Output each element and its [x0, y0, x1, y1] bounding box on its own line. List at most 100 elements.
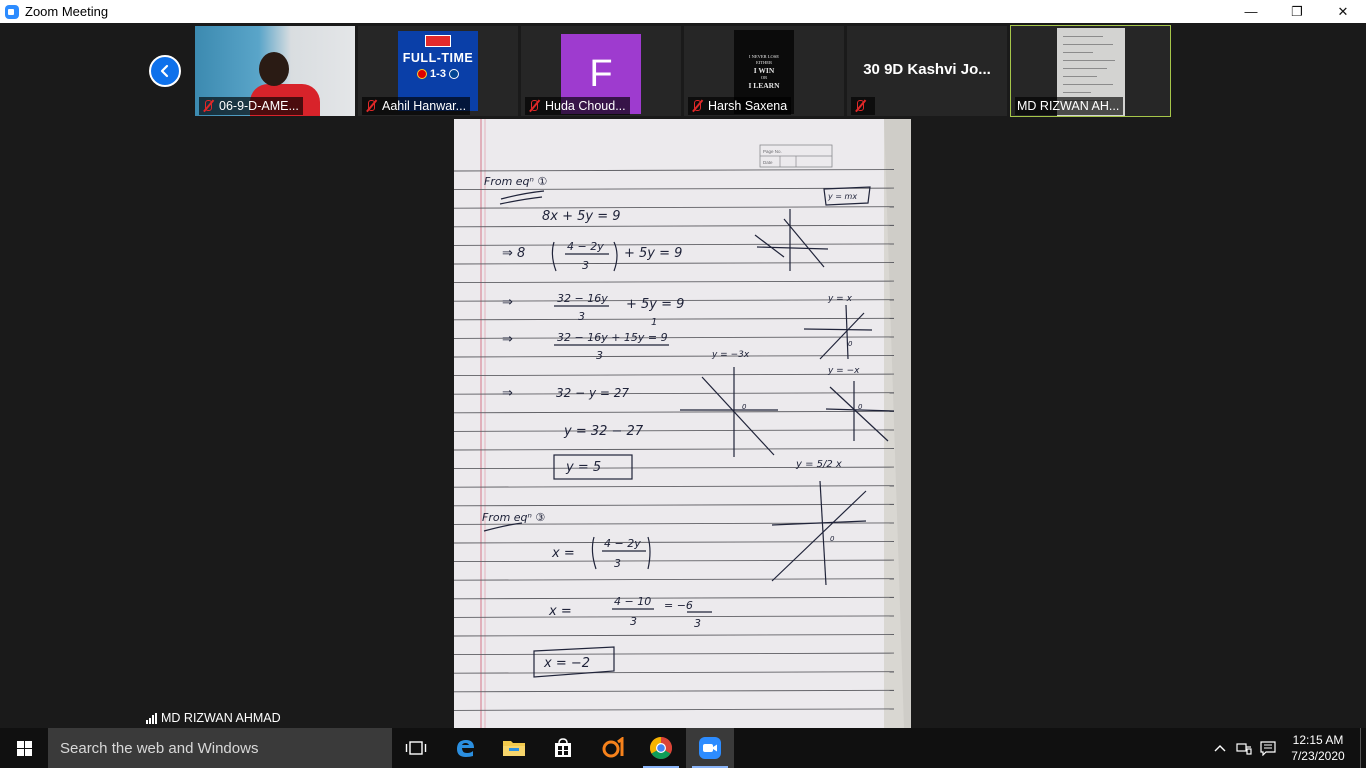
- shared-screen: Page No. Date From eqⁿ ① 8x + 5y = 9 ⇒ 8…: [454, 119, 911, 728]
- graph-label: y = x: [827, 294, 853, 304]
- show-desktop-button[interactable]: [1360, 728, 1366, 768]
- app-icon: [602, 737, 624, 758]
- mic-muted-icon: [201, 99, 215, 113]
- step-line: 3: [694, 617, 701, 630]
- signal-strength-icon: [146, 712, 157, 724]
- step-line: x =: [551, 546, 575, 561]
- score-text: 1-3: [430, 68, 446, 80]
- step-line: 4 − 2y: [604, 537, 641, 550]
- step-line: = −6: [664, 599, 693, 612]
- meeting-area: 06-9-D-AME... FULL-TIME 1-3 Aahil Hanwar…: [0, 23, 1366, 728]
- maximize-button[interactable]: ❐: [1274, 0, 1320, 23]
- participant-tile[interactable]: I NEVER LOSE EITHER I WIN OR I LEARN Har…: [684, 26, 844, 116]
- zoom-button[interactable]: [686, 728, 734, 768]
- notebook-page: Page No. Date From eqⁿ ① 8x + 5y = 9 ⇒ 8…: [454, 119, 911, 728]
- window-controls: — ❐ ✕: [1228, 0, 1366, 23]
- clock-time: 12:15 AM: [1292, 733, 1344, 747]
- chevron-left-icon: [160, 64, 169, 78]
- system-clock[interactable]: 12:15 AM 7/23/2020: [1280, 732, 1356, 764]
- system-tray: 12:15 AM 7/23/2020: [1208, 728, 1366, 768]
- step-line: 3: [614, 557, 621, 570]
- participant-caption: Harsh Saxena: [688, 97, 792, 115]
- participant-tile[interactable]: FULL-TIME 1-3 Aahil Hanwar...: [358, 26, 518, 116]
- step-line: x =: [548, 604, 572, 619]
- step-line: + 5y = 9: [624, 246, 682, 261]
- club-crest-icon: [417, 69, 428, 79]
- club-crest-icon: [448, 69, 459, 79]
- step-line: ⇒: [502, 295, 513, 310]
- graph-label: y = −x: [827, 366, 860, 376]
- chrome-icon: [650, 737, 672, 759]
- network-icon: [1236, 743, 1252, 755]
- participant-tile[interactable]: 30 9D Kashvi Jo...: [847, 26, 1007, 116]
- graph-label: y = 5/2 x: [795, 459, 842, 470]
- quote-line: I LEARN: [748, 81, 780, 90]
- edge-icon: [457, 740, 474, 757]
- step-line: 1: [651, 317, 657, 328]
- step-line: 32 − 16y: [557, 292, 608, 305]
- title-bar: Zoom Meeting — ❐ ✕: [0, 0, 1366, 23]
- step-line: 3: [582, 259, 589, 272]
- action-center-icon: [1260, 741, 1276, 756]
- participant-video: [259, 52, 289, 86]
- file-explorer-button[interactable]: [490, 728, 538, 768]
- step-line: y = 32 − 27: [563, 424, 644, 439]
- participant-caption: 06-9-D-AME...: [199, 97, 303, 115]
- answer-y: y = 5: [565, 460, 601, 475]
- mic-muted-icon: [527, 99, 541, 113]
- network-button[interactable]: [1232, 728, 1256, 768]
- participant-name: MD RIZWAN AH...: [1017, 99, 1120, 113]
- step-line: ⇒: [502, 332, 513, 347]
- notifications-button[interactable]: [1256, 728, 1280, 768]
- active-speaker-name: MD RIZWAN AHMAD: [161, 711, 281, 725]
- answer-x: x = −2: [543, 656, 590, 671]
- participant-tile[interactable]: 06-9-D-AME...: [195, 26, 355, 116]
- step-line: ⇒ 8: [502, 246, 525, 261]
- date-label: Date: [763, 160, 773, 165]
- participant-tile-active[interactable]: MD RIZWAN AH...: [1010, 25, 1171, 117]
- close-button[interactable]: ✕: [1320, 0, 1366, 23]
- store-button[interactable]: [539, 728, 587, 768]
- task-view-icon: [405, 741, 427, 755]
- participant-caption: Huda Choud...: [525, 97, 630, 115]
- heading-from-eq3: From eqⁿ ③: [482, 511, 545, 524]
- participant-name: Huda Choud...: [545, 99, 626, 113]
- participant-caption: Aahil Hanwar...: [362, 97, 471, 115]
- zoom-icon: [699, 737, 721, 759]
- task-view-button[interactable]: [392, 728, 440, 768]
- start-button[interactable]: [0, 728, 48, 768]
- taskbar-search[interactable]: Search the web and Windows: [48, 728, 392, 768]
- poster-score: 1-3: [417, 68, 459, 80]
- step-line: 8x + 5y = 9: [542, 209, 621, 224]
- step-line: ⇒: [502, 386, 513, 401]
- graph-label: y = −3x: [711, 350, 750, 360]
- edge-button[interactable]: [441, 728, 489, 768]
- app-button[interactable]: [588, 728, 636, 768]
- origin-label: 0: [830, 535, 835, 543]
- minimize-button[interactable]: —: [1228, 0, 1274, 23]
- show-hidden-icons-button[interactable]: [1208, 728, 1232, 768]
- step-line: 3: [630, 615, 637, 628]
- mic-muted-icon: [853, 99, 867, 113]
- page-no-label: Page No.: [763, 149, 782, 154]
- participant-tile[interactable]: F Huda Choud...: [521, 26, 681, 116]
- active-speaker-label: MD RIZWAN AHMAD: [142, 709, 285, 727]
- heading-from-eq1: From eqⁿ ①: [484, 175, 547, 188]
- step-line: 3: [596, 349, 603, 362]
- windows-taskbar: Search the web and Windows 12:15 AM 7/23…: [0, 728, 1366, 768]
- participant-caption: [851, 97, 875, 115]
- graph-label: y = mx: [827, 192, 857, 201]
- chrome-button[interactable]: [637, 728, 685, 768]
- window-title: Zoom Meeting: [25, 4, 109, 19]
- gallery-prev-button[interactable]: [149, 55, 181, 87]
- store-icon: [555, 738, 571, 757]
- quote-line: I WIN: [753, 66, 775, 75]
- clock-date: 7/23/2020: [1291, 749, 1345, 763]
- participant-name: Harsh Saxena: [708, 99, 788, 113]
- origin-label: 0: [848, 340, 853, 348]
- mic-muted-icon: [364, 99, 378, 113]
- windows-logo-icon: [16, 740, 32, 756]
- zoom-app-icon: [5, 4, 19, 19]
- step-line: 4 − 2y: [567, 240, 604, 253]
- participant-caption: MD RIZWAN AH...: [1015, 97, 1124, 115]
